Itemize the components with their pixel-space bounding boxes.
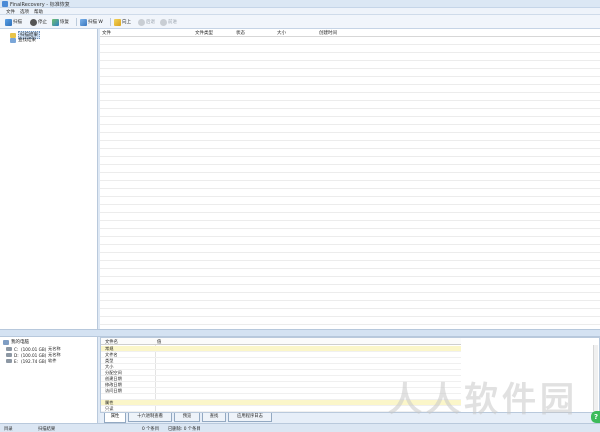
toolbar-separator (110, 18, 111, 26)
title-bar: FinalRecovery - 标准恢复 (0, 0, 600, 8)
properties-header: 文件名 值 (101, 338, 461, 345)
window-title: FinalRecovery - 标准恢复 (10, 2, 70, 8)
forward-button[interactable]: 前进 (160, 17, 177, 27)
file-list-header: 文件 文件类型 状态 大小 创建时间 (100, 29, 600, 37)
column-header-status[interactable]: 状态 (236, 30, 245, 36)
status-item-count: 0 个条目 (142, 427, 159, 432)
drive-tree[interactable]: 我的电脑 C: (100.01 GB) 无名称 D: (100.01 GB) 无… (0, 337, 98, 425)
folder-tree[interactable]: 扫描结果 查找结果 (0, 29, 98, 329)
tab-preview[interactable]: 预览 (174, 413, 200, 422)
magnifier-icon (5, 18, 12, 26)
help-icon[interactable]: ? (591, 411, 600, 423)
watermark: 人人软件园 (388, 380, 578, 420)
drive-root[interactable]: 我的电脑 (3, 339, 29, 345)
recover-icon (52, 18, 59, 26)
scan-w-button[interactable]: 扫描 W (80, 17, 103, 27)
column-header-size[interactable]: 大小 (277, 30, 286, 36)
hard-drive-icon (6, 353, 12, 357)
tab-hex-view[interactable]: 十六进制查看 (128, 413, 172, 422)
toolbar: 扫描 停止 恢复 扫描 W 向上 后退 前进 (0, 15, 600, 29)
recover-button[interactable]: 恢复 (52, 17, 69, 27)
back-icon (138, 18, 145, 26)
scan-folder-icon (80, 18, 87, 26)
status-deleted-count: 已删除: 0 个条目 (168, 427, 201, 432)
hard-drive-icon (6, 359, 12, 363)
column-header-type[interactable]: 文件类型 (195, 30, 213, 36)
back-button[interactable]: 后退 (138, 17, 155, 27)
forward-icon (160, 18, 167, 26)
toolbar-separator (76, 18, 77, 26)
computer-icon (3, 339, 9, 345)
column-header-created[interactable]: 创建时间 (319, 30, 337, 36)
pane-splitter[interactable] (0, 329, 600, 337)
folder-up-icon (114, 18, 121, 26)
file-list[interactable]: 文件 文件类型 状态 大小 创建时间 (100, 29, 600, 329)
hard-drive-icon (6, 347, 12, 351)
stop-icon (30, 18, 37, 26)
tab-properties[interactable]: 属性 (104, 413, 126, 423)
tab-app-log[interactable]: 应用程序日志 (228, 413, 272, 422)
properties-header-value: 值 (157, 340, 162, 345)
tree-item-search-results[interactable]: 查找结果 (10, 37, 36, 43)
status-current-path: 扫描结果 (38, 427, 56, 432)
menu-bar: 文件 选项 帮助 (0, 8, 600, 15)
up-button[interactable]: 向上 (114, 17, 131, 27)
column-header-file[interactable]: 文件 (102, 30, 111, 36)
properties-header-name: 文件名 (105, 340, 118, 345)
stop-button[interactable]: 停止 (30, 17, 47, 27)
tab-search[interactable]: 查找 (202, 413, 226, 422)
app-icon (2, 1, 8, 7)
search-folder-icon (10, 37, 16, 43)
drive-item-e[interactable]: E: (192.74 GB) 软件 (6, 358, 56, 364)
scan-button[interactable]: 扫描 (5, 17, 22, 27)
status-directory-label: 目录 (4, 427, 13, 432)
properties-scrollbar[interactable] (593, 345, 598, 411)
status-bar: 目录 扫描结果 0 个条目 已删除: 0 个条目 (0, 423, 600, 432)
